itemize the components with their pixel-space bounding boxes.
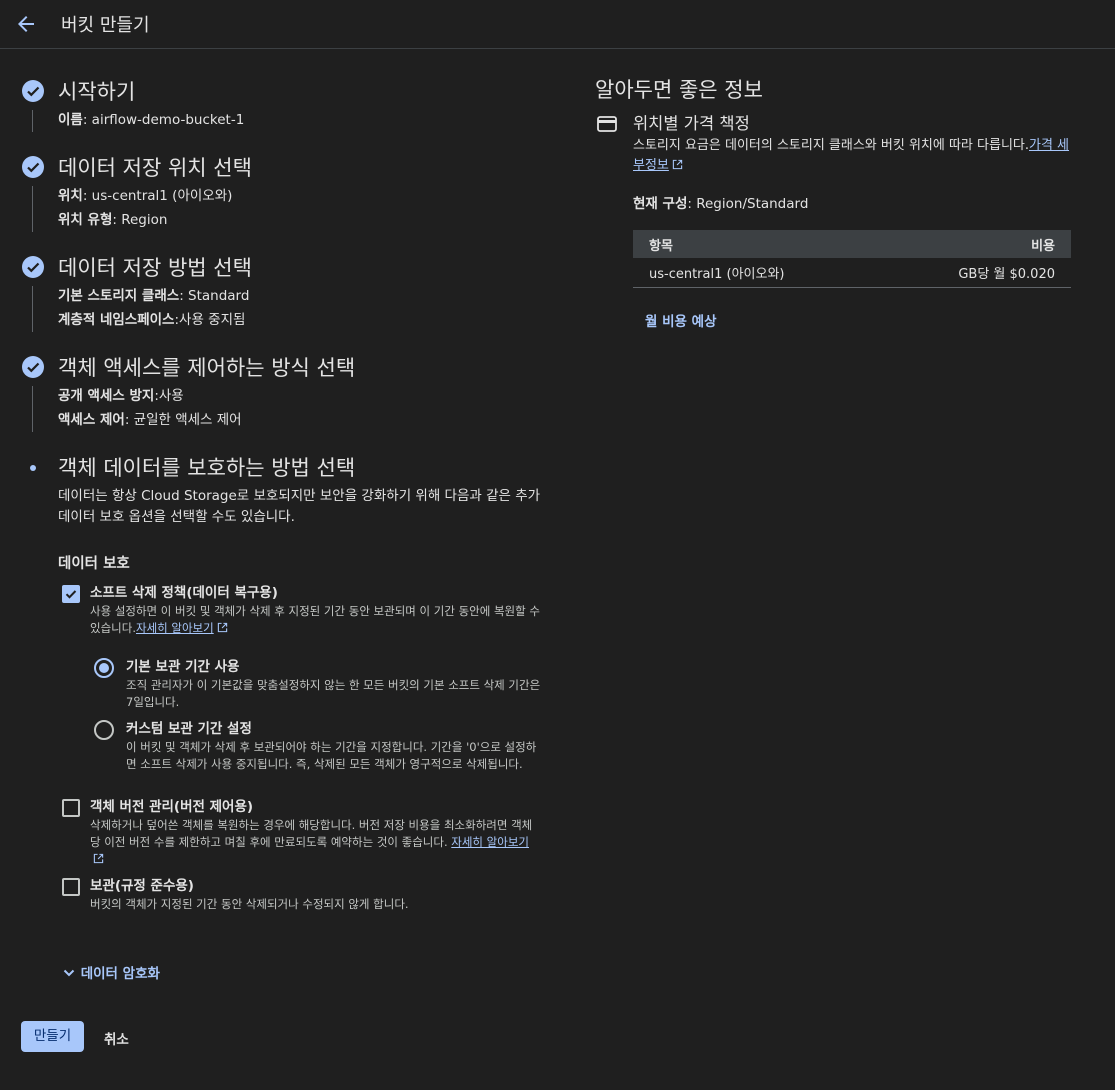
check-circle-icon bbox=[22, 356, 44, 378]
pricing-description: 스토리지 요금은 데이터의 스토리지 클래스와 버킷 위치에 따라 다릅니다.가… bbox=[633, 138, 1070, 173]
open-in-new-icon bbox=[672, 159, 683, 170]
table-cell: us-central1 (아이오와) bbox=[633, 258, 881, 288]
step-get-started: 시작하기 이름: airflow-demo-bucket-1 bbox=[22, 76, 542, 152]
step-rail bbox=[32, 186, 33, 232]
step-rail bbox=[32, 386, 33, 432]
option-title: 커스텀 보관 기간 설정 bbox=[126, 721, 252, 737]
option-description: 조직 관리자가 이 기본값을 맞춤설정하지 않는 한 모든 버킷의 기본 소프트… bbox=[126, 678, 541, 709]
step-field: 계층적 네임스페이스:사용 중지됨 bbox=[58, 312, 246, 328]
top-bar: 버킷 만들기 bbox=[0, 0, 1115, 49]
default-retention-option[interactable]: 기본 보관 기간 사용 조직 관리자가 이 기본값을 맞춤설정하지 않는 한 모… bbox=[94, 657, 542, 711]
step-field: 위치: us-central1 (아이오와) bbox=[58, 188, 233, 204]
step-rail bbox=[32, 110, 33, 132]
step-title[interactable]: 시작하기 bbox=[58, 76, 542, 108]
info-panel: 알아두면 좋은 정보 위치별 가격 책정 스토리지 요금은 데이터의 스토리지 … bbox=[595, 76, 1071, 330]
option-title: 기본 보관 기간 사용 bbox=[126, 659, 240, 675]
step-title[interactable]: 데이터 저장 방법 선택 bbox=[58, 252, 542, 284]
cancel-button[interactable]: 취소 bbox=[104, 1028, 129, 1048]
open-in-new-icon bbox=[217, 622, 227, 633]
pricing-title: 위치별 가격 책정 bbox=[633, 114, 750, 133]
step-field: 이름: airflow-demo-bucket-1 bbox=[58, 112, 245, 128]
learn-more-link[interactable]: 자세히 알아보기 bbox=[136, 621, 214, 635]
create-button[interactable]: 만들기 bbox=[21, 1021, 84, 1052]
step-data-protection: 객체 데이터를 보호하는 방법 선택 데이터는 항상 Cloud Storage… bbox=[22, 452, 542, 913]
option-description: 이 버킷 및 객체가 삭제 후 보관되어야 하는 기간을 지정합니다. 기간을 … bbox=[126, 740, 537, 771]
custom-retention-option[interactable]: 커스텀 보관 기간 설정 이 버킷 및 객체가 삭제 후 보관되어야 하는 기간… bbox=[94, 719, 542, 773]
versioning-checkbox[interactable] bbox=[62, 799, 80, 817]
data-encryption-expander[interactable]: 데이터 암호화 bbox=[62, 962, 160, 982]
table-header: 비용 bbox=[880, 230, 1071, 258]
pricing-table: 항목 비용 us-central1 (아이오와) GB당 월 $0.020 bbox=[633, 230, 1071, 288]
soft-delete-checkbox[interactable] bbox=[62, 585, 80, 603]
option-description: 사용 설정하면 이 버킷 및 객체가 삭제 후 지정된 기간 동안 보관되며 이… bbox=[90, 604, 540, 635]
check-circle-icon bbox=[22, 256, 44, 278]
step-title[interactable]: 데이터 저장 위치 선택 bbox=[58, 152, 542, 184]
option-title: 객체 버전 관리(버전 제어용) bbox=[90, 799, 254, 815]
table-header: 항목 bbox=[633, 230, 881, 258]
page-title: 버킷 만들기 bbox=[61, 15, 150, 36]
expander-label: 데이터 암호화 bbox=[80, 966, 160, 982]
step-title[interactable]: 객체 액세스를 제어하는 방식 선택 bbox=[58, 352, 542, 384]
option-title: 소프트 삭제 정책(데이터 복구용) bbox=[90, 585, 278, 601]
soft-delete-option: 소프트 삭제 정책(데이터 복구용) 사용 설정하면 이 버킷 및 객체가 삭제… bbox=[58, 583, 542, 773]
default-retention-radio[interactable] bbox=[94, 658, 114, 678]
current-config: 현재 구성: Region/Standard bbox=[633, 196, 809, 212]
table-cell: GB당 월 $0.020 bbox=[880, 258, 1071, 288]
step-description: 데이터는 항상 Cloud Storage로 보호되지만 보안을 강화하기 위해… bbox=[58, 488, 541, 525]
step-location: 데이터 저장 위치 선택 위치: us-central1 (아이오와) 위치 유… bbox=[22, 152, 542, 252]
open-in-new-icon bbox=[93, 853, 104, 864]
monthly-cost-estimate-link[interactable]: 월 비용 예상 bbox=[645, 310, 1071, 330]
learn-more-link[interactable]: 자세히 알아보기 bbox=[451, 835, 529, 849]
step-field: 기본 스토리지 클래스: Standard bbox=[58, 288, 250, 304]
step-access-control: 객체 액세스를 제어하는 방식 선택 공개 액세스 방지:사용 액세스 제어: … bbox=[22, 352, 542, 452]
step-field: 공개 액세스 방지:사용 bbox=[58, 388, 184, 404]
versioning-option: 객체 버전 관리(버전 제어용) 삭제하거나 덮어쓴 객체를 복원하는 경우에 … bbox=[58, 797, 542, 868]
step-field: 위치 유형: Region bbox=[58, 212, 168, 228]
section-title: 데이터 보호 bbox=[58, 556, 130, 572]
check-icon bbox=[65, 590, 77, 599]
arrow-back-icon[interactable] bbox=[14, 12, 38, 36]
step-rail bbox=[32, 286, 33, 332]
step-title: 객체 데이터를 보호하는 방법 선택 bbox=[58, 456, 356, 480]
retention-option: 보관(규정 준수용) 버킷의 객체가 지정된 기간 동안 삭제되거나 수정되지 … bbox=[58, 876, 542, 913]
table-header-row: 항목 비용 bbox=[633, 230, 1071, 258]
option-title: 보관(규정 준수용) bbox=[90, 878, 194, 894]
chevron-down-icon bbox=[63, 969, 75, 977]
credit-card-icon bbox=[597, 116, 617, 132]
option-description: 버킷의 객체가 지정된 기간 동안 삭제되거나 수정되지 않게 합니다. bbox=[90, 897, 409, 911]
retention-checkbox[interactable] bbox=[62, 878, 80, 896]
pricing-section: 위치별 가격 책정 스토리지 요금은 데이터의 스토리지 클래스와 버킷 위치에… bbox=[595, 112, 1071, 176]
current-step-dot bbox=[30, 465, 36, 471]
option-description: 삭제하거나 덮어쓴 객체를 복원하는 경우에 해당합니다. 버전 저장 비용을 … bbox=[90, 817, 542, 868]
step-field: 액세스 제어: 균일한 액세스 제어 bbox=[58, 412, 242, 428]
table-row: us-central1 (아이오와) GB당 월 $0.020 bbox=[633, 258, 1071, 288]
info-panel-title: 알아두면 좋은 정보 bbox=[595, 78, 763, 102]
step-storage-class: 데이터 저장 방법 선택 기본 스토리지 클래스: Standard 계층적 네… bbox=[22, 252, 542, 352]
check-circle-icon bbox=[22, 80, 44, 102]
check-circle-icon bbox=[22, 156, 44, 178]
custom-retention-radio[interactable] bbox=[94, 720, 114, 740]
wizard-steps: 시작하기 이름: airflow-demo-bucket-1 데이터 저장 위치… bbox=[22, 76, 542, 913]
